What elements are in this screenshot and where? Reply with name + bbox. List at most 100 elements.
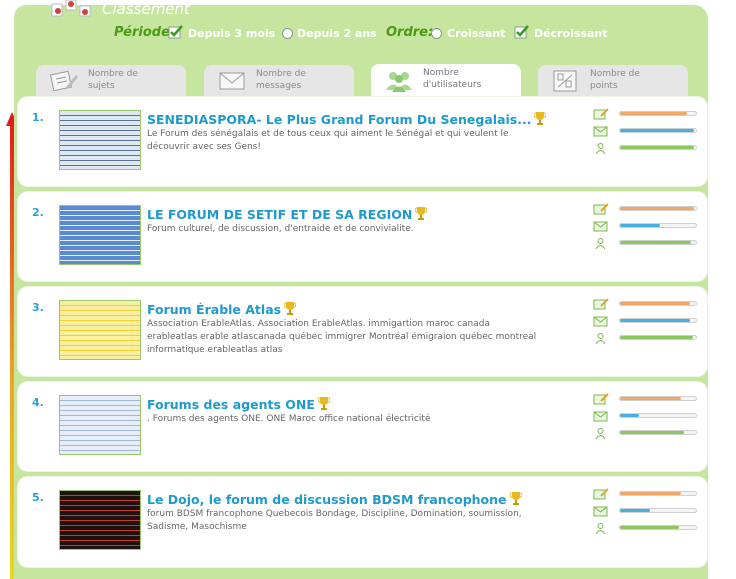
forum-description: Le Forum des sénégalais et de tous ceux …: [147, 129, 509, 139]
forum-rank: 5.: [32, 491, 44, 504]
envelope-icon: [593, 126, 608, 137]
forum-name-link[interactable]: Le Dojo, le forum de discussion BDSM fra…: [147, 491, 522, 507]
stat-bar-messages: [619, 223, 697, 228]
stat-bar-utilisateurs: [619, 145, 697, 150]
trophy-icon: [534, 112, 547, 125]
stat-bar-sujets: [619, 206, 697, 211]
trophy-icon: [509, 492, 522, 505]
tab-label: Nombre de sujets: [88, 69, 138, 91]
forum-thumbnail[interactable]: [59, 205, 141, 265]
forum-thumbnail[interactable]: [59, 395, 141, 455]
stat-bar-fill: [620, 414, 639, 417]
envelope-icon: [593, 411, 608, 422]
score-10-10-icon: [553, 70, 577, 92]
edit-note-icon: [593, 203, 609, 215]
forum-name-link[interactable]: Forum Érable Atlas: [147, 301, 297, 317]
forum-rank: 3.: [32, 301, 44, 314]
forum-description: informatique erableatlas atlas: [147, 345, 283, 355]
trophy-icon: [284, 302, 297, 315]
forum-description: découvrir avec ses Gens!: [147, 142, 261, 152]
radio-2-years[interactable]: [282, 28, 293, 39]
order-option-ascending[interactable]: Croissant: [447, 27, 505, 40]
stat-bar-messages: [619, 508, 697, 513]
user-icon: [595, 523, 606, 534]
stat-bar-sujets: [619, 396, 697, 401]
radio-ascending[interactable]: [431, 28, 442, 39]
stat-bar-utilisateurs: [619, 335, 697, 340]
forum-description: Sadisme, Masochisme: [147, 522, 247, 532]
edit-note-icon: [593, 108, 609, 120]
stat-bar-fill: [620, 492, 681, 495]
forum-description: erableatlas erable atlascanada québec im…: [147, 332, 537, 342]
stat-bar-messages: [619, 128, 697, 133]
stat-bar-fill: [620, 336, 693, 339]
forum-card: 5. Le Dojo, le forum de discussion BDSM f…: [18, 477, 707, 567]
checkbox-checked-icon[interactable]: [514, 24, 530, 40]
stat-bar-messages: [619, 413, 697, 418]
stat-bar-fill: [620, 112, 687, 115]
edit-note-icon: [593, 488, 609, 500]
trophy-icon: [415, 207, 428, 220]
edit-note-icon: [593, 298, 609, 310]
tab-label: Nombre de points: [590, 69, 640, 91]
forum-name-link[interactable]: Forums des agents ONE: [147, 396, 330, 412]
stat-bar-sujets: [619, 301, 697, 306]
forum-thumbnail[interactable]: [59, 490, 141, 550]
forum-description: . Forums des agents ONE. ONE Maroc offic…: [147, 414, 431, 424]
period-option-2-years[interactable]: Depuis 2 ans: [297, 27, 377, 40]
users-icon: [386, 72, 412, 92]
forum-card: 4. Forums des agents ONE . Forums des agen…: [18, 382, 707, 471]
forum-name[interactable]: LE FORUM DE SETIF ET DE SA REGION: [147, 207, 412, 222]
user-icon: [595, 333, 606, 344]
trophy-icon: [317, 397, 330, 410]
stat-bar-sujets: [619, 111, 697, 116]
stat-bar-fill: [620, 319, 690, 322]
tab-points[interactable]: Nombre de points: [538, 65, 688, 97]
forum-rank: 4.: [32, 396, 44, 409]
stat-bar-utilisateurs: [619, 240, 697, 245]
forum-rank: 2.: [32, 206, 44, 219]
forum-thumbnail[interactable]: [59, 300, 141, 360]
user-icon: [595, 143, 606, 154]
order-label: Ordre:: [386, 25, 434, 40]
stat-bar-fill: [620, 397, 681, 400]
forum-name[interactable]: Le Dojo, le forum de discussion BDSM fra…: [147, 492, 507, 507]
stat-bar-fill: [620, 146, 695, 149]
forum-card: 3. Forum Érable Atlas Association ErableAt…: [18, 287, 707, 376]
stat-bar-fill: [620, 224, 660, 227]
stat-bar-fill: [620, 431, 684, 434]
stat-bar-fill: [620, 129, 695, 132]
period-label: Période:: [114, 25, 176, 40]
forum-description: Association ErableAtlas. Association Era…: [147, 319, 490, 329]
forum-card: 1. SENEDIASPORA- Le Plus Grand Forum Du S…: [18, 97, 707, 186]
tab-label: Nombre de messages: [256, 69, 306, 91]
edit-note-icon: [49, 70, 78, 92]
envelope-icon: [593, 221, 608, 232]
forum-name[interactable]: SENEDIASPORA- Le Plus Grand Forum Du Sen…: [147, 112, 531, 127]
forum-name[interactable]: Forums des agents ONE: [147, 397, 315, 412]
order-option-descending[interactable]: Décroissant: [534, 27, 607, 40]
stat-bar-fill: [620, 509, 651, 512]
checkbox-checked-icon[interactable]: [168, 24, 184, 40]
user-icon: [595, 428, 606, 439]
forum-card: 2. LE FORUM DE SETIF ET DE SA REGION Forum…: [18, 192, 707, 281]
forum-name-link[interactable]: SENEDIASPORA- Le Plus Grand Forum Du Sen…: [147, 111, 547, 127]
forum-rank: 1.: [32, 111, 44, 124]
tab-label: Nombre d'utilisateurs: [423, 68, 482, 90]
tab-messages[interactable]: Nombre de messages: [204, 65, 354, 97]
tab-sujets[interactable]: Nombre de sujets: [36, 65, 186, 97]
stat-bar-fill: [620, 302, 690, 305]
forum-thumbnail[interactable]: [59, 110, 141, 170]
forum-name-link[interactable]: LE FORUM DE SETIF ET DE SA REGION: [147, 206, 428, 222]
forum-description: forum BDSM francophone Quebecois Bondage…: [147, 509, 522, 519]
edit-note-icon: [593, 393, 609, 405]
period-option-3-months[interactable]: Depuis 3 mois: [188, 27, 275, 40]
stat-bar-utilisateurs: [619, 525, 697, 530]
stat-bar-messages: [619, 318, 697, 323]
forum-name[interactable]: Forum Érable Atlas: [147, 302, 281, 317]
envelope-icon: [593, 316, 608, 327]
tab-utilisateurs[interactable]: Nombre d'utilisateurs: [371, 64, 521, 98]
stat-bar-utilisateurs: [619, 430, 697, 435]
envelope-icon: [219, 72, 245, 90]
ranking-header-icon: [51, 0, 91, 17]
